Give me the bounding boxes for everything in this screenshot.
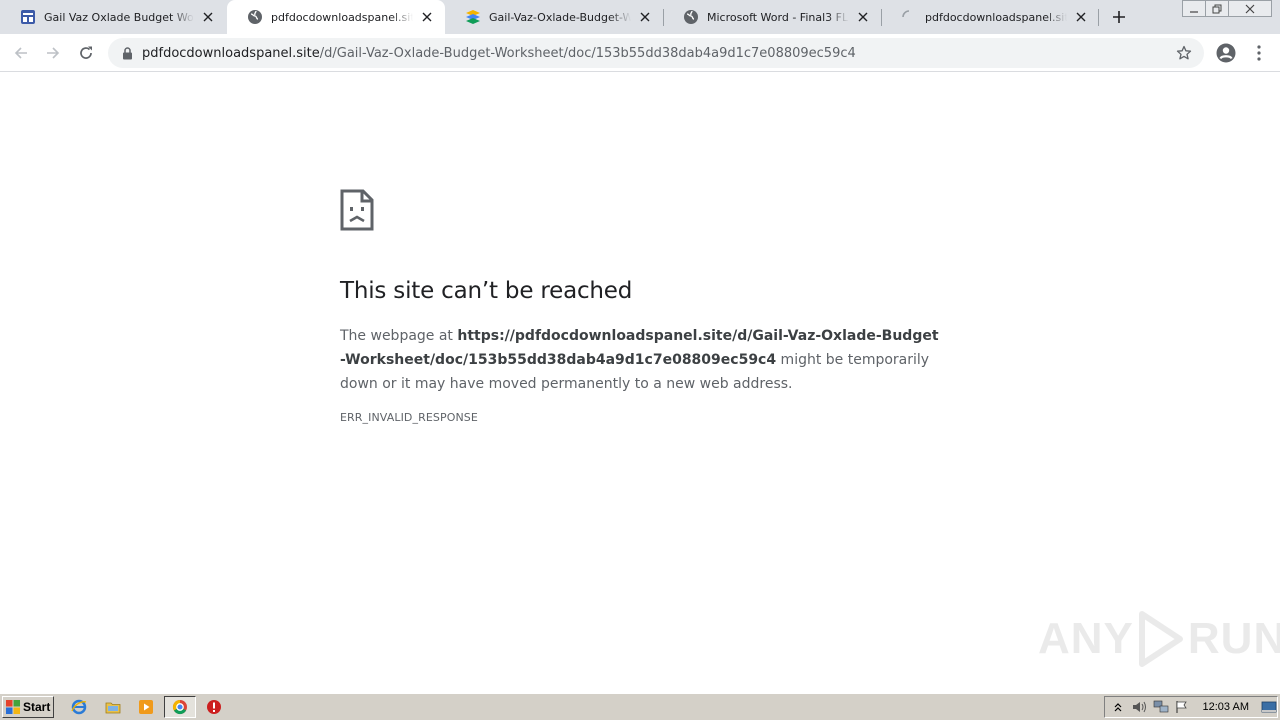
globe-icon [683, 9, 699, 25]
error-description: The webpage at https://pdfdocdownloadspa… [340, 324, 940, 396]
volume-icon[interactable] [1131, 699, 1147, 715]
anyrun-watermark: ANY RUN [1038, 610, 1280, 668]
forward-button[interactable] [42, 42, 64, 64]
action-center-flag-icon[interactable] [1175, 699, 1189, 715]
close-icon[interactable] [419, 9, 435, 25]
close-window-button[interactable] [1228, 0, 1272, 17]
minimize-icon [1190, 10, 1198, 13]
tab-title: Microsoft Word - Final3 FL Handout [707, 10, 849, 24]
arrow-left-icon [14, 47, 27, 59]
folder-icon[interactable] [104, 698, 122, 716]
reload-button[interactable] [75, 42, 97, 64]
lock-icon[interactable] [120, 46, 134, 60]
show-desktop-icon[interactable] [1261, 699, 1277, 715]
address-bar[interactable]: pdfdocdownloadspanel.site/d/Gail-Vaz-Oxl… [108, 38, 1204, 68]
close-icon [1245, 4, 1255, 13]
internet-explorer-icon[interactable] [70, 698, 88, 716]
tab-pdfdoc-active[interactable]: pdfdocdownloadspanel.site [227, 0, 445, 34]
arrow-right-icon [47, 47, 60, 59]
loading-icon [901, 9, 917, 25]
document-icon [20, 9, 36, 25]
tab-budget-worksheet-2[interactable]: Gail-Vaz-Oxlade-Budget-Worksheet [445, 0, 663, 34]
more-vertical-icon [1257, 45, 1261, 61]
tab-strip: Gail Vaz Oxlade Budget Worksheet pdfdocd… [0, 0, 1280, 34]
chevron-up-icon[interactable] [1111, 699, 1125, 715]
clock: 12:03 AM [1202, 701, 1249, 713]
layers-icon [465, 9, 481, 25]
chrome-icon [172, 699, 187, 715]
url-text[interactable]: pdfdocdownloadspanel.site/d/Gail-Vaz-Oxl… [142, 46, 856, 61]
browser-toolbar: pdfdocdownloadspanel.site/d/Gail-Vaz-Oxl… [0, 34, 1280, 72]
stop-sign-icon[interactable] [205, 698, 223, 716]
url-path: /d/Gail-Vaz-Oxlade-Budget-Worksheet/doc/… [319, 45, 856, 61]
tab-title: Gail-Vaz-Oxlade-Budget-Worksheet [489, 10, 631, 24]
close-icon[interactable] [855, 9, 871, 25]
windows-logo-icon [6, 700, 20, 714]
play-icon [1138, 611, 1183, 667]
close-icon[interactable] [200, 9, 216, 25]
error-desc-prefix: The webpage at [340, 328, 458, 344]
tab-word-handout[interactable]: Microsoft Word - Final3 FL Handout [663, 0, 881, 34]
chrome-taskbar-button[interactable] [164, 696, 196, 718]
close-icon[interactable] [637, 9, 653, 25]
bookmark-star-icon[interactable] [1176, 45, 1192, 61]
error-title: This site can’t be reached [340, 278, 633, 304]
tab-title: pdfdocdownloadspanel.site [925, 10, 1067, 24]
sad-document-icon [340, 189, 374, 231]
media-player-icon[interactable] [137, 698, 155, 716]
tab-separator [1098, 9, 1099, 26]
watermark-text-right: RUN [1187, 614, 1280, 663]
error-code: ERR_INVALID_RESPONSE [340, 411, 478, 424]
start-label: Start [23, 700, 51, 714]
profile-button[interactable] [1215, 42, 1237, 64]
minimize-button[interactable] [1182, 0, 1206, 17]
taskbar: Start 12:03 AM [0, 693, 1280, 720]
tab-budget-worksheet[interactable]: Gail Vaz Oxlade Budget Worksheet [0, 0, 226, 34]
plus-icon [1113, 11, 1125, 23]
back-button[interactable] [10, 42, 32, 64]
restore-icon [1212, 4, 1222, 13]
new-tab-button[interactable] [1108, 6, 1130, 28]
tab-pdfdoc-loading[interactable]: pdfdocdownloadspanel.site [881, 0, 1099, 34]
restore-button[interactable] [1205, 0, 1229, 17]
watermark-text-left: ANY [1038, 614, 1134, 663]
globe-icon [247, 9, 263, 25]
page-content: This site can’t be reached The webpage a… [0, 72, 1280, 693]
close-icon[interactable] [1073, 9, 1089, 25]
menu-button[interactable] [1248, 42, 1270, 64]
url-host: pdfdocdownloadspanel.site [142, 45, 320, 61]
tab-title: Gail Vaz Oxlade Budget Worksheet [44, 10, 194, 24]
account-icon [1216, 43, 1236, 63]
tab-title: pdfdocdownloadspanel.site [271, 10, 413, 24]
system-tray: 12:03 AM [1104, 696, 1278, 718]
start-button[interactable]: Start [2, 696, 54, 718]
network-icon[interactable] [1153, 699, 1169, 715]
window-controls [1182, 0, 1272, 17]
reload-icon [80, 46, 92, 59]
